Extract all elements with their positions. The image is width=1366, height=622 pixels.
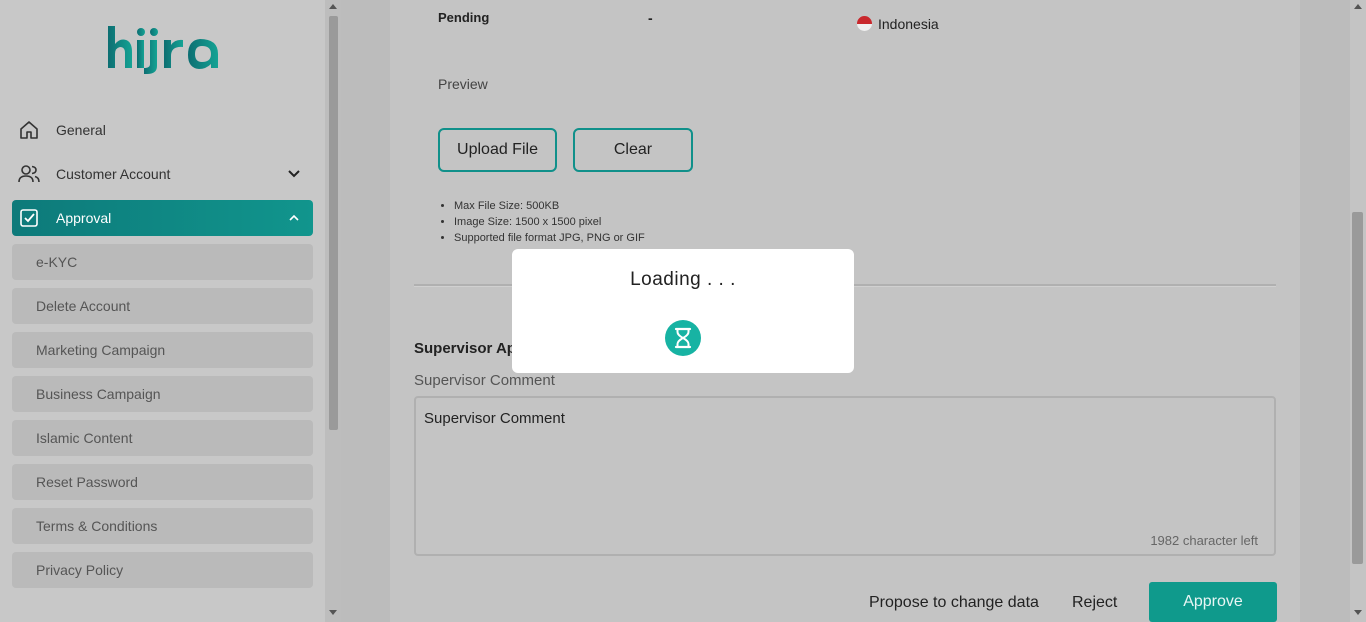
sub-item-business-campaign[interactable]: Business Campaign bbox=[12, 376, 313, 412]
list-item: Supported file format JPG, PNG or GIF bbox=[454, 230, 645, 246]
indonesia-flag-icon bbox=[857, 16, 872, 31]
country-value: Indonesia bbox=[878, 16, 939, 32]
list-item: Max File Size: 500KB bbox=[454, 198, 645, 214]
sidebar-item-label: Customer Account bbox=[56, 166, 171, 182]
sub-item-delete-account[interactable]: Delete Account bbox=[12, 288, 313, 324]
sidebar-scrollbar-thumb[interactable] bbox=[329, 16, 338, 430]
supervisor-comment-input[interactable]: Supervisor Comment 1982 character left bbox=[414, 396, 1276, 556]
home-icon bbox=[18, 119, 40, 141]
propose-change-button[interactable]: Propose to change data bbox=[869, 594, 1039, 612]
clear-button[interactable]: Clear bbox=[573, 128, 693, 172]
sub-item-marketing-campaign[interactable]: Marketing Campaign bbox=[12, 332, 313, 368]
section-title: Supervisor Approval bbox=[414, 340, 512, 357]
supervisor-comment-label: Supervisor Comment bbox=[414, 372, 555, 389]
scroll-up-arrow-icon[interactable] bbox=[1354, 4, 1362, 9]
scroll-down-arrow-icon[interactable] bbox=[1354, 610, 1362, 615]
sidebar-item-general[interactable]: General bbox=[12, 112, 313, 148]
dash-value: - bbox=[648, 10, 653, 26]
scroll-up-arrow-icon[interactable] bbox=[329, 4, 337, 9]
sidebar-item-label: General bbox=[56, 122, 106, 138]
chevron-up-icon bbox=[289, 214, 299, 221]
sub-item-ekyc[interactable]: e-KYC bbox=[12, 244, 313, 280]
hijra-logo bbox=[108, 26, 218, 74]
character-counter: 1982 character left bbox=[1150, 533, 1258, 548]
users-icon bbox=[18, 163, 40, 185]
comment-placeholder: Supervisor Comment bbox=[424, 410, 565, 427]
sub-item-reset-password[interactable]: Reset Password bbox=[12, 464, 313, 500]
hourglass-icon bbox=[665, 320, 701, 356]
scroll-down-arrow-icon[interactable] bbox=[329, 610, 337, 615]
sub-item-terms-conditions[interactable]: Terms & Conditions bbox=[12, 508, 313, 544]
list-item: Image Size: 1500 x 1500 pixel bbox=[454, 214, 645, 230]
preview-label: Preview bbox=[438, 76, 488, 92]
sidebar-item-approval[interactable]: Approval bbox=[12, 200, 313, 236]
checkbox-icon bbox=[18, 207, 40, 229]
loading-title: Loading . . . bbox=[630, 269, 736, 290]
upload-requirements-list: Max File Size: 500KB Image Size: 1500 x … bbox=[438, 198, 645, 246]
approve-button[interactable]: Approve bbox=[1149, 582, 1277, 622]
main-scrollbar-thumb[interactable] bbox=[1352, 212, 1363, 564]
status-value: Pending bbox=[438, 10, 490, 25]
sidebar-item-customer-account[interactable]: Customer Account bbox=[12, 156, 313, 192]
reject-button[interactable]: Reject bbox=[1072, 594, 1117, 612]
chevron-down-icon bbox=[288, 170, 300, 178]
sub-item-privacy-policy[interactable]: Privacy Policy bbox=[12, 552, 313, 588]
sidebar: General Customer Account Approval e-KYC … bbox=[0, 0, 325, 622]
sub-item-islamic-content[interactable]: Islamic Content bbox=[12, 420, 313, 456]
sidebar-item-label: Approval bbox=[56, 210, 112, 226]
upload-file-button[interactable]: Upload File bbox=[438, 128, 557, 172]
loading-modal: Loading . . . bbox=[512, 249, 854, 373]
